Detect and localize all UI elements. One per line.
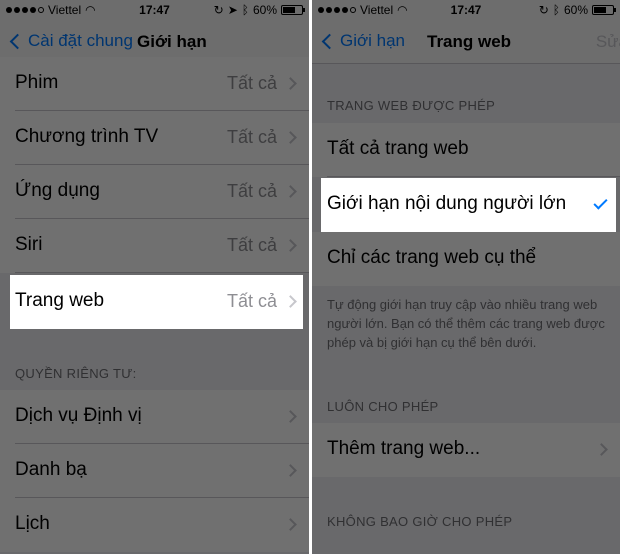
- row-label: Siri: [15, 234, 43, 255]
- status-bar: Viettel ◠ 17:47 ↻ ᛒ 60%: [312, 0, 620, 22]
- add-website-label: Thêm trang web...: [327, 438, 481, 459]
- websites-screen: Viettel ◠ 17:47 ↻ ᛒ 60% Giới hạn Trang w…: [312, 0, 620, 554]
- section-header-never-allow: KHÔNG BAO GIỜ CHO PHÉP: [327, 514, 513, 529]
- option-label: Chỉ các trang web cụ thể: [327, 247, 537, 268]
- row-location-services[interactable]: Dịch vụ Định vị: [0, 390, 309, 444]
- row-label: Ứng dụng: [15, 180, 100, 201]
- page-title: Giới hạn: [137, 32, 207, 51]
- row-value: Tất cả: [226, 235, 277, 255]
- section-header-allowed: TRANG WEB ĐƯỢC PHÉP: [327, 98, 496, 113]
- option-label: Tất cả trang web: [327, 138, 469, 159]
- battery-icon: [592, 5, 616, 15]
- section-header-privacy: QUYỀN RIÊNG TƯ:: [15, 366, 137, 381]
- orientation-lock-icon: ↻: [538, 3, 549, 17]
- chevron-left-icon: [321, 33, 338, 49]
- option-specific-websites[interactable]: Chỉ các trang web cụ thể: [312, 232, 620, 286]
- back-button[interactable]: Giới hạn: [320, 31, 405, 51]
- row-tv-shows[interactable]: Chương trình TV Tất cả: [0, 111, 309, 165]
- row-label: Dịch vụ Định vị: [15, 405, 142, 426]
- edit-button[interactable]: Sửa: [596, 32, 620, 52]
- row-label: Danh bạ: [15, 459, 87, 480]
- battery-percent: 60%: [563, 3, 588, 17]
- battery-fill: [283, 7, 295, 13]
- section-header-always-allow: LUÔN CHO PHÉP: [327, 399, 439, 414]
- separator: [15, 272, 309, 273]
- chevron-left-icon: [9, 33, 26, 49]
- chevron-right-icon: [284, 464, 297, 477]
- battery-percent: 60%: [252, 3, 277, 17]
- chevron-right-icon: [284, 518, 297, 531]
- row-value: Tất cả: [226, 181, 277, 201]
- bluetooth-icon: ᛒ: [241, 3, 249, 17]
- separator: [327, 176, 620, 177]
- row-label: Chương trình TV: [15, 126, 159, 147]
- battery-fill: [594, 7, 606, 13]
- checkmark-icon: [593, 195, 608, 210]
- orientation-lock-icon: ↻: [213, 3, 224, 17]
- row-movies[interactable]: Phim Tất cả: [0, 57, 309, 111]
- section-description: Tự động giới hạn truy cập vào nhiều tran…: [327, 297, 605, 350]
- row-label: Phim: [15, 72, 59, 93]
- row-contacts[interactable]: Danh bạ: [0, 444, 309, 498]
- option-limit-adult-content[interactable]: Giới hạn nội dung người lớn: [321, 178, 616, 232]
- row-label: Trang web: [15, 290, 105, 311]
- row-siri[interactable]: Siri Tất cả: [0, 219, 309, 273]
- option-all-websites[interactable]: Tất cả trang web: [312, 123, 620, 177]
- chevron-right-icon: [284, 185, 297, 198]
- add-website-button[interactable]: Thêm trang web...: [312, 423, 620, 477]
- battery-icon: [281, 5, 305, 15]
- row-websites[interactable]: Trang web Tất cả: [10, 275, 303, 329]
- navigation-bar: Giới hạn Trang web Sửa: [312, 22, 620, 64]
- row-value: Tất cả: [226, 127, 277, 147]
- row-calendar[interactable]: Lịch: [0, 498, 309, 552]
- restrictions-screen: Viettel ◠ 17:47 ↻ ➤ ᛒ 60% Cài đặt chung …: [0, 0, 309, 554]
- bluetooth-icon: ᛒ: [552, 3, 560, 17]
- back-button-label: Cài đặt chung: [28, 31, 133, 50]
- chevron-right-icon: [284, 239, 297, 252]
- row-value: Tất cả: [226, 291, 277, 311]
- chevron-right-icon: [284, 77, 297, 90]
- status-bar: Viettel ◠ 17:47 ↻ ➤ ᛒ 60%: [0, 0, 309, 22]
- chevron-right-icon: [284, 410, 297, 423]
- page-title: Trang web: [427, 32, 512, 51]
- back-button-label: Giới hạn: [340, 31, 406, 50]
- chevron-right-icon: [284, 295, 297, 308]
- location-icon: ➤: [227, 3, 238, 17]
- option-label: Giới hạn nội dung người lớn: [327, 193, 567, 214]
- row-value: Tất cả: [226, 73, 277, 93]
- chevron-right-icon: [284, 131, 297, 144]
- row-apps[interactable]: Ứng dụng Tất cả: [0, 165, 309, 219]
- back-button[interactable]: Cài đặt chung: [8, 31, 133, 51]
- row-label: Lịch: [15, 513, 50, 534]
- chevron-right-icon: [595, 443, 608, 456]
